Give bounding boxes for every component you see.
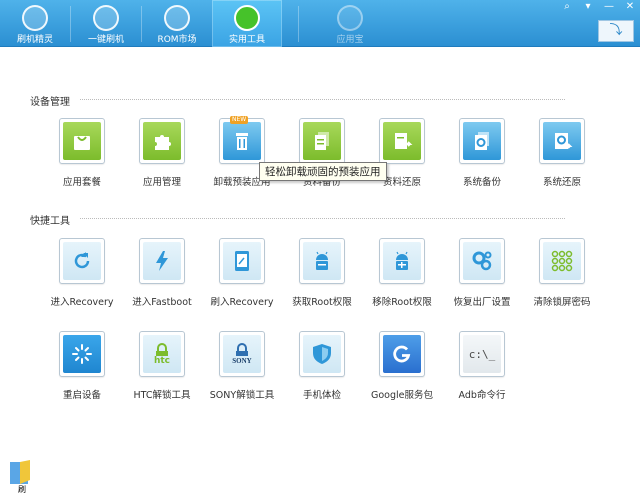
section-divider [80,99,565,100]
tooltip: 轻松卸载顽固的预装应用 [259,162,387,181]
desktop-shortcut-label[interactable]: 刷 [18,484,26,495]
app-store-icon [337,5,363,31]
item-factory-reset[interactable]: 恢复出厂设置 [442,238,522,318]
item-data-restore[interactable]: 资料还原 [362,118,442,198]
item-google-services[interactable]: Google服务包 [362,331,442,411]
item-system-backup[interactable]: 系统备份 [442,118,522,198]
item-label: 刷入Recovery [210,297,274,308]
minimize-icon[interactable]: — [603,0,615,16]
tab-separator [298,6,299,42]
item-app-bundle[interactable]: 应用套餐 [42,118,122,198]
item-phone-checkup[interactable]: 手机体检 [282,331,362,411]
grid-icon [234,5,260,31]
shopping-bag-icon [74,136,90,150]
utilities-panel: 设备管理 应用套餐 应用管理 NEW 卸载预装应用 资料备份 资料还原 系统备份… [0,48,640,460]
item-label: Adb命令行 [458,390,506,401]
shield-icon [313,344,331,364]
document-restore-icon [395,133,413,149]
item-label: 应用套餐 [62,177,101,188]
item-label: 清除锁屏密码 [533,297,591,308]
item-data-backup[interactable]: 资料备份 [282,118,362,198]
android-icon [164,5,190,31]
item-label: HTC解锁工具 [133,390,191,401]
tab-one-click-flash[interactable]: 一键刷机 [71,0,141,47]
pattern-lock-icon [551,250,573,272]
tab-label: 刷机精灵 [16,35,53,45]
item-app-manager[interactable]: 应用管理 [122,118,202,198]
item-label: 应用管理 [142,177,181,188]
tab-label: 实用工具 [228,35,265,45]
tab-label: ROM市场 [157,35,197,45]
gear-backup-icon [475,132,489,150]
puzzle-icon [155,135,171,150]
item-htc-unlock[interactable]: htc HTC解锁工具 [122,331,202,411]
tablet-edit-icon [235,251,249,271]
item-label: 恢复出厂设置 [453,297,511,308]
padlock-icon [156,343,168,356]
lightning-icon [156,251,168,271]
document-copy-icon [315,132,329,150]
terminal-icon: c:\_ [468,347,496,361]
new-badge: NEW [230,116,249,124]
desktop-strip: 刷 [0,460,640,495]
item-enter-fastboot[interactable]: 进入Fastboot [122,238,202,318]
item-label: 进入Fastboot [132,297,192,308]
section-title-device: 设备管理 [30,97,70,108]
google-g-icon [393,345,411,363]
item-label: Google服务包 [370,390,433,401]
tab-utilities[interactable]: 实用工具 [212,0,282,47]
item-flash-recovery[interactable]: 刷入Recovery [202,238,282,318]
item-label: 重启设备 [62,390,101,401]
item-label: 系统备份 [462,177,501,188]
item-sony-unlock[interactable]: SONY SONY解锁工具 [202,331,282,411]
feedback-icon[interactable]: ⌕ [561,0,573,16]
item-get-root[interactable]: 获取Root权限 [282,238,362,318]
gear-restore-icon [555,133,573,149]
close-icon[interactable]: ✕ [624,0,636,16]
top-nav-bar: 刷机精灵 一键刷机 ROM市场 实用工具 应用宝 ⌕ ▾ — ✕ ⤵ [0,0,640,47]
flash-sprite-icon [22,5,48,31]
section-title-quick: 快捷工具 [30,216,70,227]
item-label: SONY解锁工具 [209,390,275,401]
tab-flash-sprite[interactable]: 刷机精灵 [0,0,70,47]
item-system-restore[interactable]: 系统还原 [522,118,602,198]
tab-label: 应用宝 [336,35,364,45]
android-unroot-icon [396,251,408,270]
gears-icon [472,251,492,271]
tab-label: 一键刷机 [87,35,124,45]
refresh-icon [74,252,90,269]
htc-logo: htc [153,356,171,366]
sony-logo: SONY [232,357,252,365]
spinner-icon [72,344,92,364]
tab-app-store[interactable]: 应用宝 [315,0,385,47]
play-icon [93,5,119,31]
item-remove-root[interactable]: 移除Root权限 [362,238,442,318]
item-uninstall-preinstalled[interactable]: NEW 卸载预装应用 [202,116,282,198]
back-button[interactable]: ⤵ [598,20,634,42]
item-clear-lock-password[interactable]: 清除锁屏密码 [522,238,602,318]
item-adb-shell[interactable]: c:\_ Adb命令行 [442,331,522,411]
item-label: 移除Root权限 [372,297,432,308]
section-divider [80,218,565,219]
item-label: 获取Root权限 [292,297,352,308]
item-label: 手机体检 [302,390,341,401]
tab-rom-market[interactable]: ROM市场 [142,0,212,47]
item-label: 进入Recovery [50,297,114,308]
android-root-icon [316,251,328,270]
item-enter-recovery[interactable]: 进入Recovery [42,238,122,318]
padlock-icon [236,343,248,356]
trash-icon [236,133,248,150]
menu-icon[interactable]: ▾ [582,0,594,16]
app-window: 刷机精灵 一键刷机 ROM市场 实用工具 应用宝 ⌕ ▾ — ✕ ⤵ 设备管理 … [0,0,640,495]
window-controls: ⌕ ▾ — ✕ [561,0,636,16]
item-label: 系统还原 [542,177,581,188]
item-reboot-device[interactable]: 重启设备 [42,331,122,411]
